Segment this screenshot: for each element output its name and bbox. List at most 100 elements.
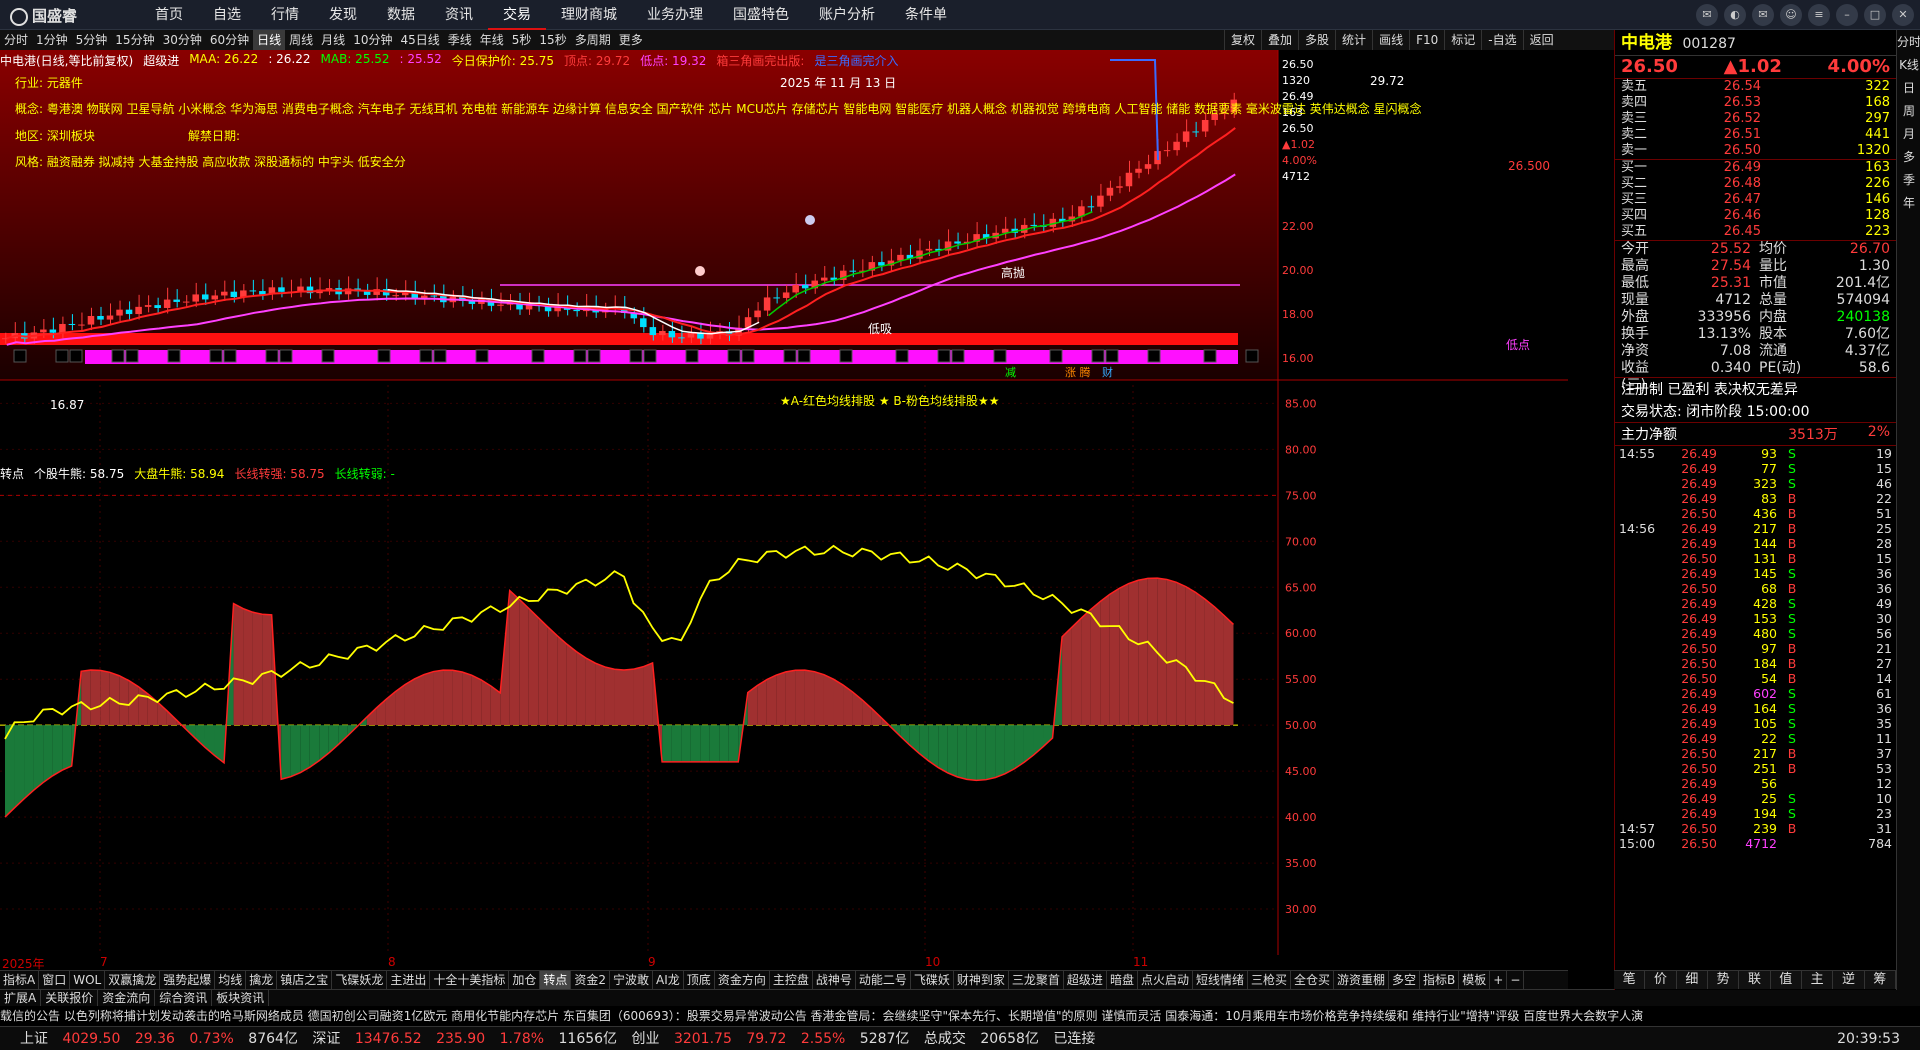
asks-row[interactable]: 卖三 26.52 297 [1615,111,1896,127]
skin-icon[interactable]: ◐ [1724,4,1746,26]
indicator-tab-16[interactable]: 顶底 [684,971,715,989]
period-0[interactable]: 分时 [0,30,32,50]
period-15[interactable]: 多周期 [571,30,615,50]
period-1[interactable]: 1分钟 [32,30,72,50]
indicator-tab-19[interactable]: 战神号 [813,971,856,989]
info-tab-1[interactable]: 关联报价 [41,990,99,1006]
mail-icon[interactable]: ✉ [1752,4,1774,26]
info-tab-2[interactable]: 资金流向 [98,990,156,1006]
indicator-tab-9[interactable]: 主进出 [387,971,431,989]
nav-2[interactable]: 行情 [256,0,314,30]
quote-tab-1[interactable]: 价 [1645,971,1677,989]
view-tab-2[interactable]: 日 [1897,76,1920,99]
indicator-tab-25[interactable]: 暗盘 [1107,971,1138,989]
period-9[interactable]: 10分钟 [349,30,396,50]
asks-row[interactable]: 卖一 26.50 1320 [1615,143,1896,159]
period-12[interactable]: 年线 [476,30,508,50]
quote-tab-5[interactable]: 值 [1771,971,1802,989]
period-2[interactable]: 5分钟 [72,30,112,50]
toolbar-item-5[interactable]: F10 [1409,30,1444,50]
view-tab-3[interactable]: 周 [1897,99,1920,122]
indicator-tab-31[interactable]: 多空 [1389,971,1421,989]
tick-list[interactable]: 14:55 26.49 93 S 19 26.49 77 S 15 26.49 323 S 46 26.4… [1615,445,1896,851]
toolbar-item-1[interactable]: 叠加 [1261,30,1298,50]
indicator-tab-24[interactable]: 超级进 [1064,971,1107,989]
indicator-tab-30[interactable]: 游资重棚 [1334,971,1390,989]
bids-row[interactable]: 买五 26.45 223 [1615,224,1896,240]
nav-7[interactable]: 理财商城 [546,0,632,30]
quote-tab-8[interactable]: 筹 [1865,971,1896,989]
bids-row[interactable]: 买四 26.46 128 [1615,208,1896,224]
indicator-tab-5[interactable]: 均线 [215,971,247,989]
period-7[interactable]: 周线 [285,30,317,50]
info-tab-0[interactable]: 扩展A [0,990,42,1006]
view-tab-4[interactable]: 月 [1897,122,1920,145]
view-tab-1[interactable]: K线 [1897,53,1920,76]
period-8[interactable]: 月线 [317,30,349,50]
period-6[interactable]: 日线 [253,30,286,50]
indicator-tab-26[interactable]: 点火启动 [1138,971,1193,989]
asks-row[interactable]: 卖二 26.51 441 [1615,127,1896,143]
sz-label[interactable]: 深证 [312,1031,340,1047]
indicator-tab-7[interactable]: 镇店之宝 [277,971,333,989]
indicator-tab-6[interactable]: 擒龙 [246,971,278,989]
toolbar-item-8[interactable]: 返回 [1522,30,1560,50]
chart-area[interactable]: 22.00 20.00 18.00 16.00 26.50 1320 26.49 163 26.… [0,50,1568,955]
indicator-tab-13[interactable]: 资金2 [571,971,611,989]
quote-tab-0[interactable]: 笔 [1614,971,1646,989]
indicator-tab-3[interactable]: 双赢擒龙 [105,971,161,989]
indicator-tab-21[interactable]: 飞碟妖 [911,971,954,989]
kline-chart[interactable]: 22.0020.0018.0016.0026.50132026.4916326.… [0,50,1568,955]
message-icon[interactable]: ✉ [1696,4,1718,26]
indicator-tab-0[interactable]: 指标A [0,971,40,989]
toolbar-item-6[interactable]: 标记 [1444,30,1481,50]
indicator-tab-33[interactable]: 模板 [1459,971,1491,989]
toolbar-item-0[interactable]: 复权 [1224,30,1261,50]
period-3[interactable]: 15分钟 [111,30,158,50]
indicator-tab-18[interactable]: 主控盘 [770,971,813,989]
nav-10[interactable]: 账户分析 [804,0,890,30]
indicator-tab-23[interactable]: 三龙聚首 [1009,971,1064,989]
indicator-tab-35[interactable]: − [1507,971,1525,989]
period-11[interactable]: 季线 [444,30,476,50]
nav-3[interactable]: 发现 [314,0,372,30]
period-4[interactable]: 30分钟 [159,30,206,50]
asks-row[interactable]: 卖五 26.54 322 [1615,79,1896,95]
asks-row[interactable]: 卖四 26.53 168 [1615,95,1896,111]
menu-icon[interactable]: ≡ [1808,4,1830,26]
view-tab-7[interactable]: 年 [1897,191,1920,214]
nav-6[interactable]: 交易 [488,0,546,30]
indicator-tab-15[interactable]: AI龙 [653,971,684,989]
cy-label[interactable]: 创业 [632,1031,660,1047]
quote-tab-3[interactable]: 势 [1708,971,1740,989]
bids-row[interactable]: 买三 26.47 146 [1615,192,1896,208]
quote-tab-2[interactable]: 细 [1677,971,1708,989]
indicator-tab-17[interactable]: 资金方向 [715,971,770,989]
toolbar-item-7[interactable]: -自选 [1481,30,1522,50]
close-icon[interactable]: ✕ [1892,4,1914,26]
sh-label[interactable]: 上证 [20,1031,48,1047]
nav-1[interactable]: 自选 [198,0,256,30]
indicator-tab-28[interactable]: 三枪买 [1248,971,1291,989]
quote-tab-7[interactable]: 逆 [1833,971,1865,989]
period-5[interactable]: 60分钟 [206,30,253,50]
period-13[interactable]: 5秒 [508,30,536,50]
indicator-tab-29[interactable]: 全仓买 [1291,971,1335,989]
indicator-name[interactable]: 超级进 [143,52,179,68]
nav-9[interactable]: 国盛特色 [718,0,804,30]
indicator-tab-11[interactable]: 加仓 [509,971,541,989]
indicator-tab-4[interactable]: 强势起爆 [160,971,216,989]
indicator-tab-22[interactable]: 财神到家 [954,971,1009,989]
info-tab-4[interactable]: 板块资讯 [212,990,270,1006]
main-flow[interactable]: 主力净额 3513万 2% [1615,422,1896,445]
period-10[interactable]: 45日线 [396,30,443,50]
toolbar-item-2[interactable]: 多股 [1298,30,1335,50]
user-icon[interactable]: ☺ [1780,4,1802,26]
sub-indicator[interactable]: 转点 [0,465,24,481]
indicator-tab-14[interactable]: 宁波敢 [610,971,654,989]
nav-5[interactable]: 资讯 [430,0,488,30]
bids-row[interactable]: 买二 26.48 226 [1615,176,1896,192]
view-tab-6[interactable]: 季 [1897,168,1920,191]
connection-status[interactable]: 已连接 [1053,1031,1095,1047]
bids-row[interactable]: 买一 26.49 163 [1615,160,1896,176]
